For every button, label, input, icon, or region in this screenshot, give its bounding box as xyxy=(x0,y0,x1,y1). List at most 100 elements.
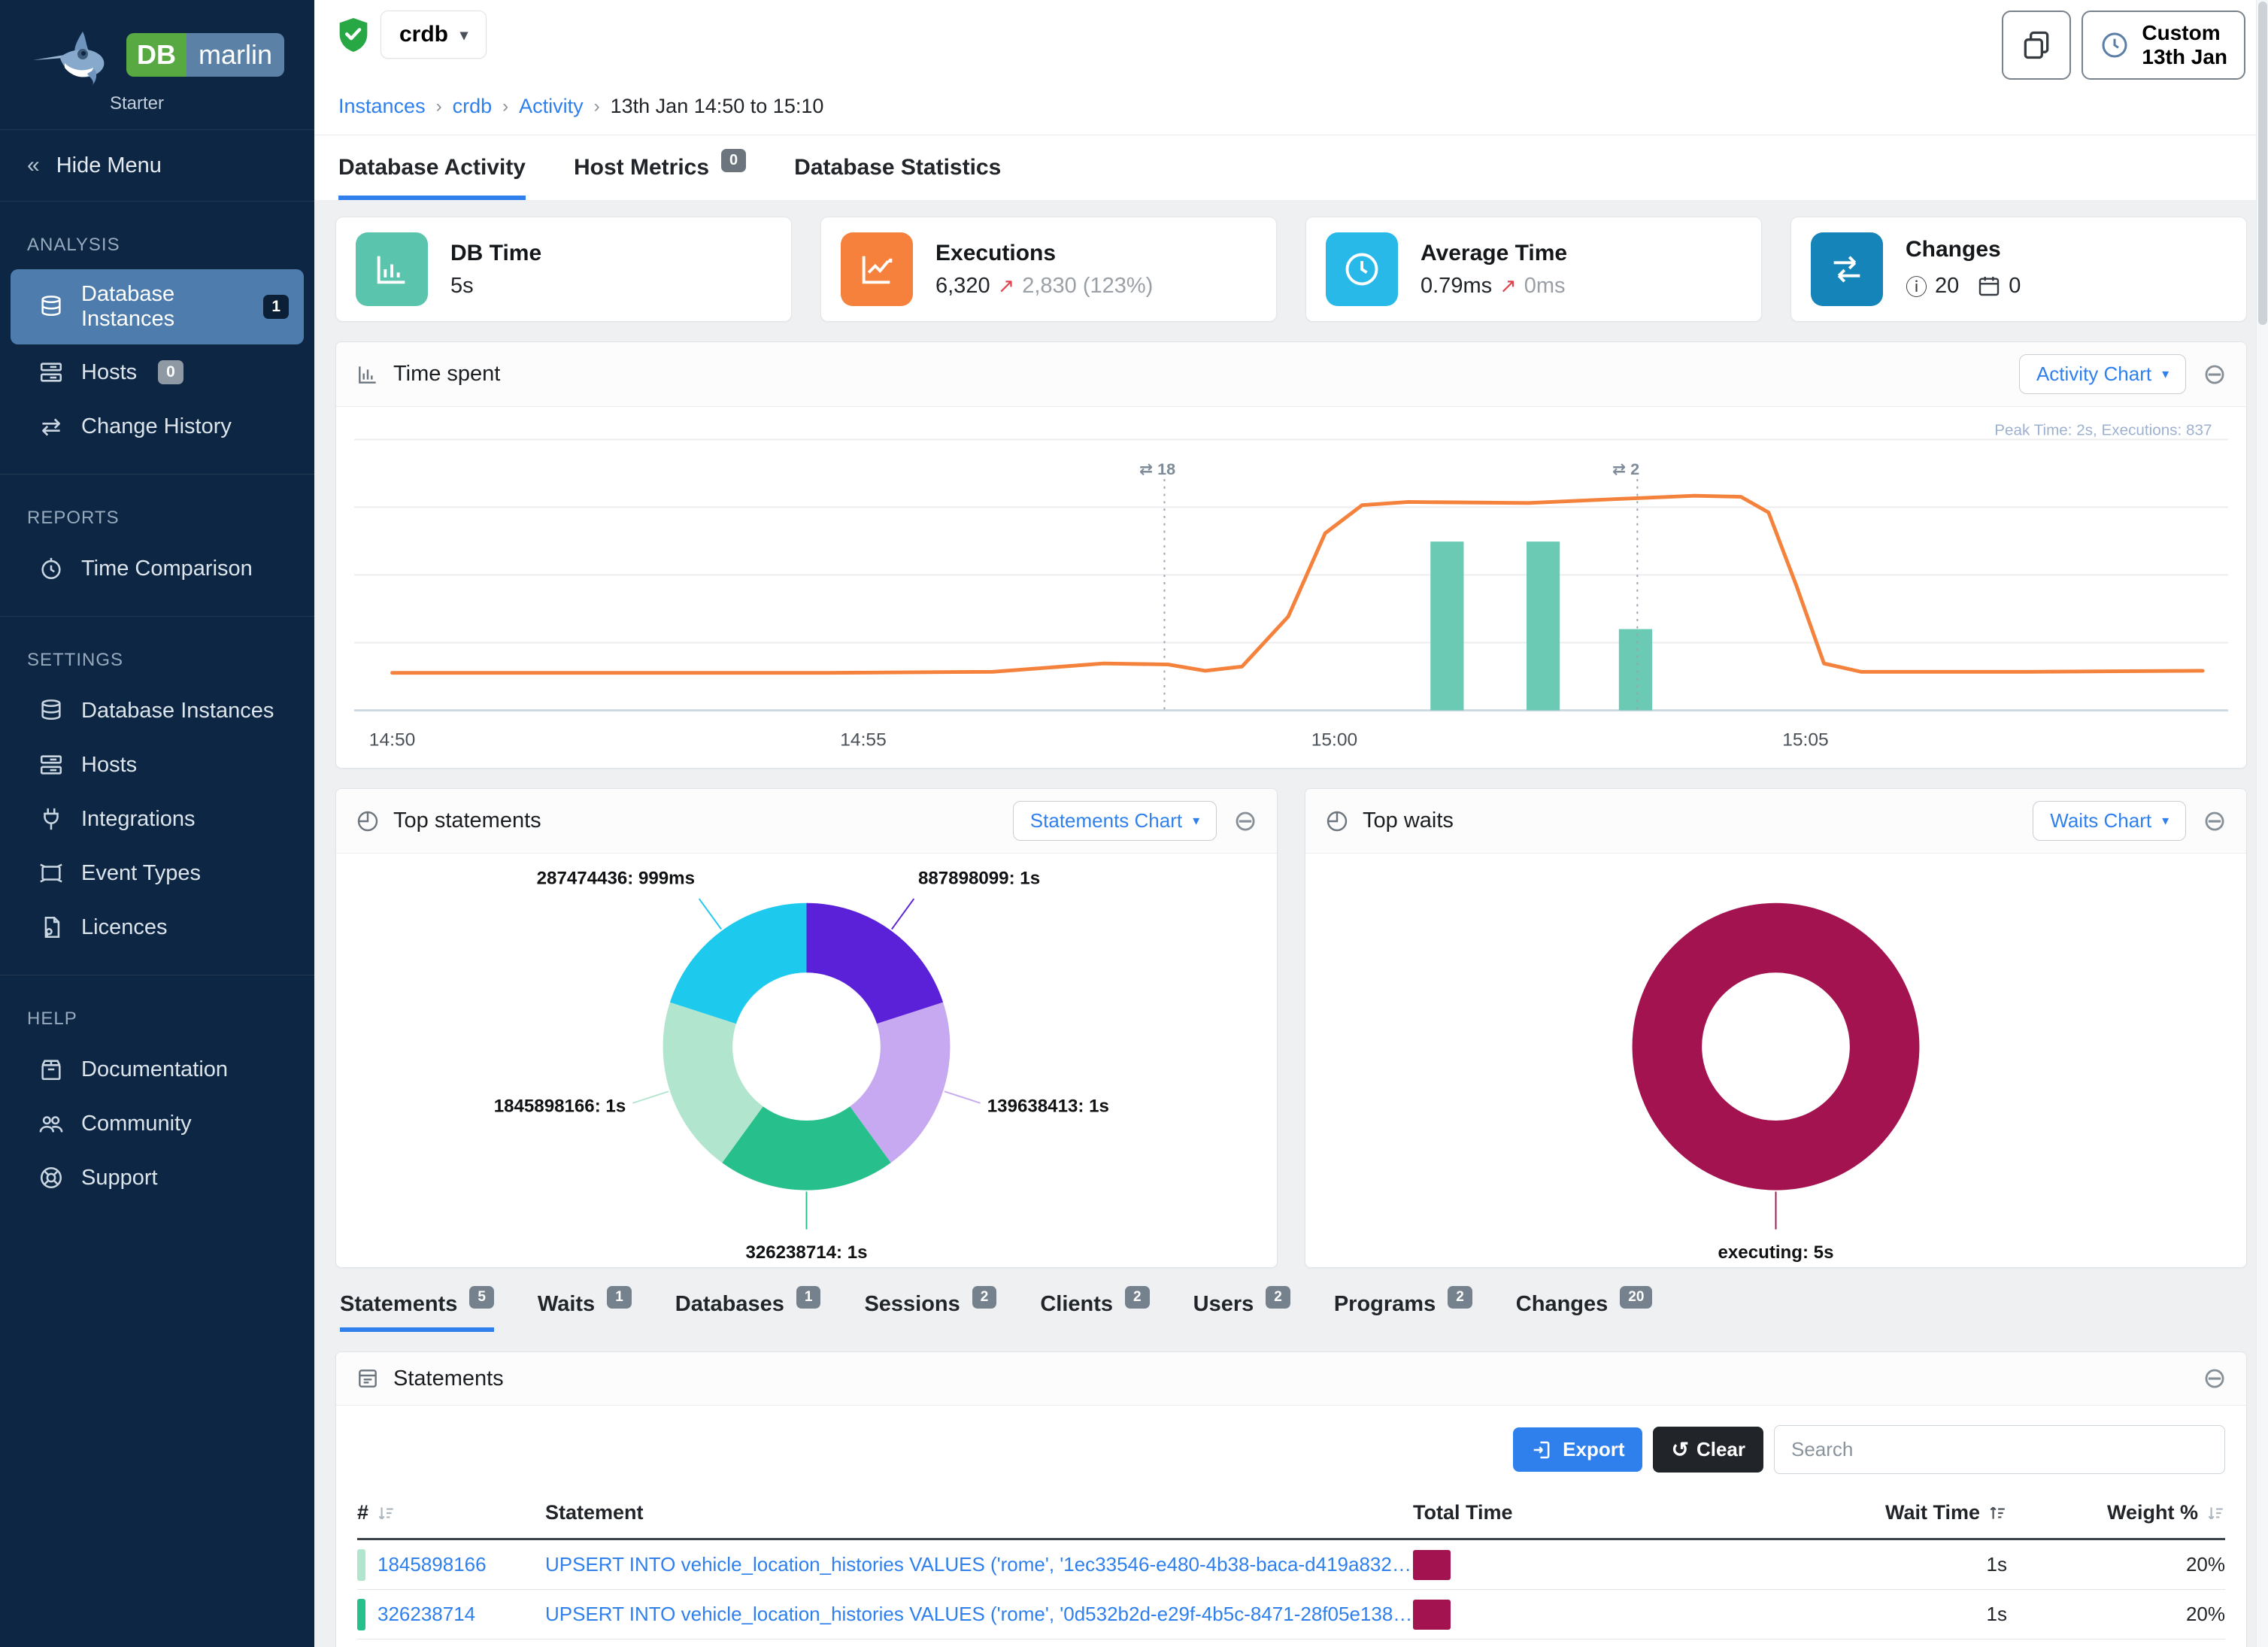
tab-database-statistics[interactable]: Database Statistics xyxy=(794,155,1001,200)
sidebar-item-time-comparison[interactable]: Time Comparison xyxy=(11,542,304,595)
tab-clients[interactable]: Clients 2 xyxy=(1040,1292,1149,1332)
tab-sessions[interactable]: Sessions 2 xyxy=(864,1292,996,1332)
metric-card-db-time: DB Time 5s xyxy=(335,217,792,322)
sidebar-item-hosts[interactable]: Hosts 0 xyxy=(11,346,304,399)
chevron-down-icon: ▾ xyxy=(460,26,468,44)
count-badge: 2 xyxy=(1125,1286,1150,1309)
count-badge: 0 xyxy=(158,360,183,384)
sidebar-item-support[interactable]: Support xyxy=(11,1151,304,1204)
info-icon: ⓘ xyxy=(1906,270,1927,302)
sidebar-item-event-types[interactable]: Event Types xyxy=(11,847,304,899)
health-shield-icon xyxy=(337,17,370,53)
pie-chart-icon xyxy=(356,809,380,833)
topbar: crdb ▾ Custom13th Jan Instances › xyxy=(314,0,2268,135)
chevron-down-icon: ▾ xyxy=(1193,813,1199,829)
collapse-panel-icon[interactable]: ⊖ xyxy=(1233,807,1257,836)
svg-text:326238714: 1s: 326238714: 1s xyxy=(745,1243,867,1263)
statement-color-chip xyxy=(357,1599,365,1630)
plan-label: Starter xyxy=(110,93,301,114)
time-spent-header: Time spent Activity Chart ▾ ⊖ xyxy=(336,342,2246,407)
sidebar-item-documentation[interactable]: Documentation xyxy=(11,1043,304,1096)
breadcrumb-instances[interactable]: Instances xyxy=(338,95,426,118)
svg-text:1845898166: 1s: 1845898166: 1s xyxy=(494,1096,626,1117)
server-icon xyxy=(38,359,65,386)
column-wait-time[interactable]: Wait Time xyxy=(1654,1501,2007,1524)
table-header: # Statement Total Time Wait Time xyxy=(357,1489,2225,1540)
statement-link[interactable]: UPSERT INTO vehicle_location_histories V… xyxy=(545,1553,1413,1576)
time-range-button[interactable]: Custom13th Jan xyxy=(2082,11,2245,80)
tab-waits[interactable]: Waits 1 xyxy=(538,1292,632,1332)
collapse-panel-icon[interactable]: ⊖ xyxy=(2203,807,2227,836)
detail-tabs: Statements 5 Waits 1 Databases 1 Session… xyxy=(335,1288,2247,1332)
scrollbar-thumb[interactable] xyxy=(2258,2,2267,325)
sidebar-section-reports: REPORTS Time Comparison xyxy=(0,474,314,616)
sidebar-item-integrations[interactable]: Integrations xyxy=(11,793,304,845)
table-row: 139638413 SELECT city, id FROM vehicles … xyxy=(357,1639,2225,1647)
sidebar-item-change-history[interactable]: ⇄ Change History xyxy=(11,400,304,453)
top-waits-panel: Top waits Waits Chart ▾ ⊖ executing: 5s xyxy=(1305,788,2247,1268)
hide-menu-button[interactable]: « Hide Menu xyxy=(0,130,314,202)
section-title: HELP xyxy=(0,989,314,1042)
event-types-icon xyxy=(38,860,65,887)
statement-id-link[interactable]: 1845898166 xyxy=(377,1553,487,1576)
top-statements-header: Top statements Statements Chart ▾ ⊖ xyxy=(336,789,1277,854)
tab-database-activity[interactable]: Database Activity xyxy=(338,155,526,200)
sidebar-item-settings-hosts[interactable]: Hosts xyxy=(11,739,304,791)
sidebar-item-database-instances[interactable]: Database Instances 1 xyxy=(11,269,304,344)
weight-value: 20% xyxy=(2007,1553,2225,1576)
sort-down-icon xyxy=(376,1503,396,1523)
svg-text:139638413: 1s: 139638413: 1s xyxy=(987,1096,1109,1117)
column-total-time[interactable]: Total Time xyxy=(1413,1501,1654,1524)
svg-text:887898099: 1s: 887898099: 1s xyxy=(918,869,1040,889)
statement-link[interactable]: UPSERT INTO vehicle_location_histories V… xyxy=(545,1603,1413,1626)
collapse-panel-icon[interactable]: ⊖ xyxy=(2203,1364,2227,1393)
search-input[interactable] xyxy=(1774,1425,2225,1474)
statements-panel-header: Statements ⊖ xyxy=(336,1352,2246,1406)
page-scrollbar[interactable] xyxy=(2256,0,2268,1647)
brand-db: DB xyxy=(126,33,186,77)
column-id[interactable]: # xyxy=(357,1501,545,1524)
activity-chart-dropdown[interactable]: Activity Chart ▾ xyxy=(2019,354,2186,394)
svg-text:14:55: 14:55 xyxy=(840,730,887,751)
clock-icon xyxy=(1326,232,1398,306)
content: DB Time 5s Executions 6,320 ↗ 2,830 (123… xyxy=(314,200,2268,1647)
swap-arrows-icon: ⇄ xyxy=(38,413,65,440)
svg-text:⇄ 18: ⇄ 18 xyxy=(1139,460,1175,479)
tab-databases[interactable]: Databases 1 xyxy=(675,1292,821,1332)
top-statements-chart: 887898099: 1s 139638413: 1s 326238714: 1s 1… xyxy=(336,854,1277,1267)
tab-users[interactable]: Users 2 xyxy=(1193,1292,1290,1332)
total-time-bar xyxy=(1413,1600,1451,1630)
clear-button[interactable]: ↺ Clear xyxy=(1653,1427,1763,1473)
brand-badge: DB marlin xyxy=(126,33,284,77)
svg-text:14:50: 14:50 xyxy=(369,730,416,751)
sidebar-item-community[interactable]: Community xyxy=(11,1097,304,1150)
count-badge: 2 xyxy=(972,1286,997,1309)
collapse-panel-icon[interactable]: ⊖ xyxy=(2203,360,2227,389)
metric-card-average-time: Average Time 0.79ms ↗ 0ms xyxy=(1305,217,1762,322)
tab-programs[interactable]: Programs 2 xyxy=(1334,1292,1472,1332)
count-badge: 2 xyxy=(1266,1286,1290,1309)
svg-text:Peak Time: 2s, Executions: 837: Peak Time: 2s, Executions: 837 xyxy=(1994,422,2212,439)
wait-time-value: 1s xyxy=(1654,1553,2007,1576)
breadcrumb-activity[interactable]: Activity xyxy=(519,95,584,118)
breadcrumb-crdb[interactable]: crdb xyxy=(453,95,493,118)
instance-selector[interactable]: crdb ▾ xyxy=(381,11,487,59)
statements-chart-dropdown[interactable]: Statements Chart ▾ xyxy=(1013,801,1217,841)
waits-chart-dropdown[interactable]: Waits Chart ▾ xyxy=(2033,801,2186,841)
database-icon xyxy=(38,293,65,320)
count-badge: 0 xyxy=(721,149,746,172)
metric-cards: DB Time 5s Executions 6,320 ↗ 2,830 (123… xyxy=(335,217,2247,322)
pie-chart-icon xyxy=(1325,809,1349,833)
statement-id-link[interactable]: 326238714 xyxy=(377,1603,475,1626)
export-button[interactable]: Export xyxy=(1513,1427,1642,1472)
column-statement[interactable]: Statement xyxy=(545,1501,1413,1524)
copy-link-button[interactable] xyxy=(2002,11,2071,80)
sidebar-item-licences[interactable]: Licences xyxy=(11,901,304,954)
column-weight[interactable]: Weight % xyxy=(2007,1501,2225,1524)
tab-changes[interactable]: Changes 20 xyxy=(1516,1292,1653,1332)
count-badge: 1 xyxy=(607,1286,632,1309)
tab-statements[interactable]: Statements 5 xyxy=(340,1292,494,1332)
lifering-icon xyxy=(38,1164,65,1191)
tab-host-metrics[interactable]: Host Metrics 0 xyxy=(574,155,746,200)
sidebar-item-settings-database-instances[interactable]: Database Instances xyxy=(11,684,304,737)
